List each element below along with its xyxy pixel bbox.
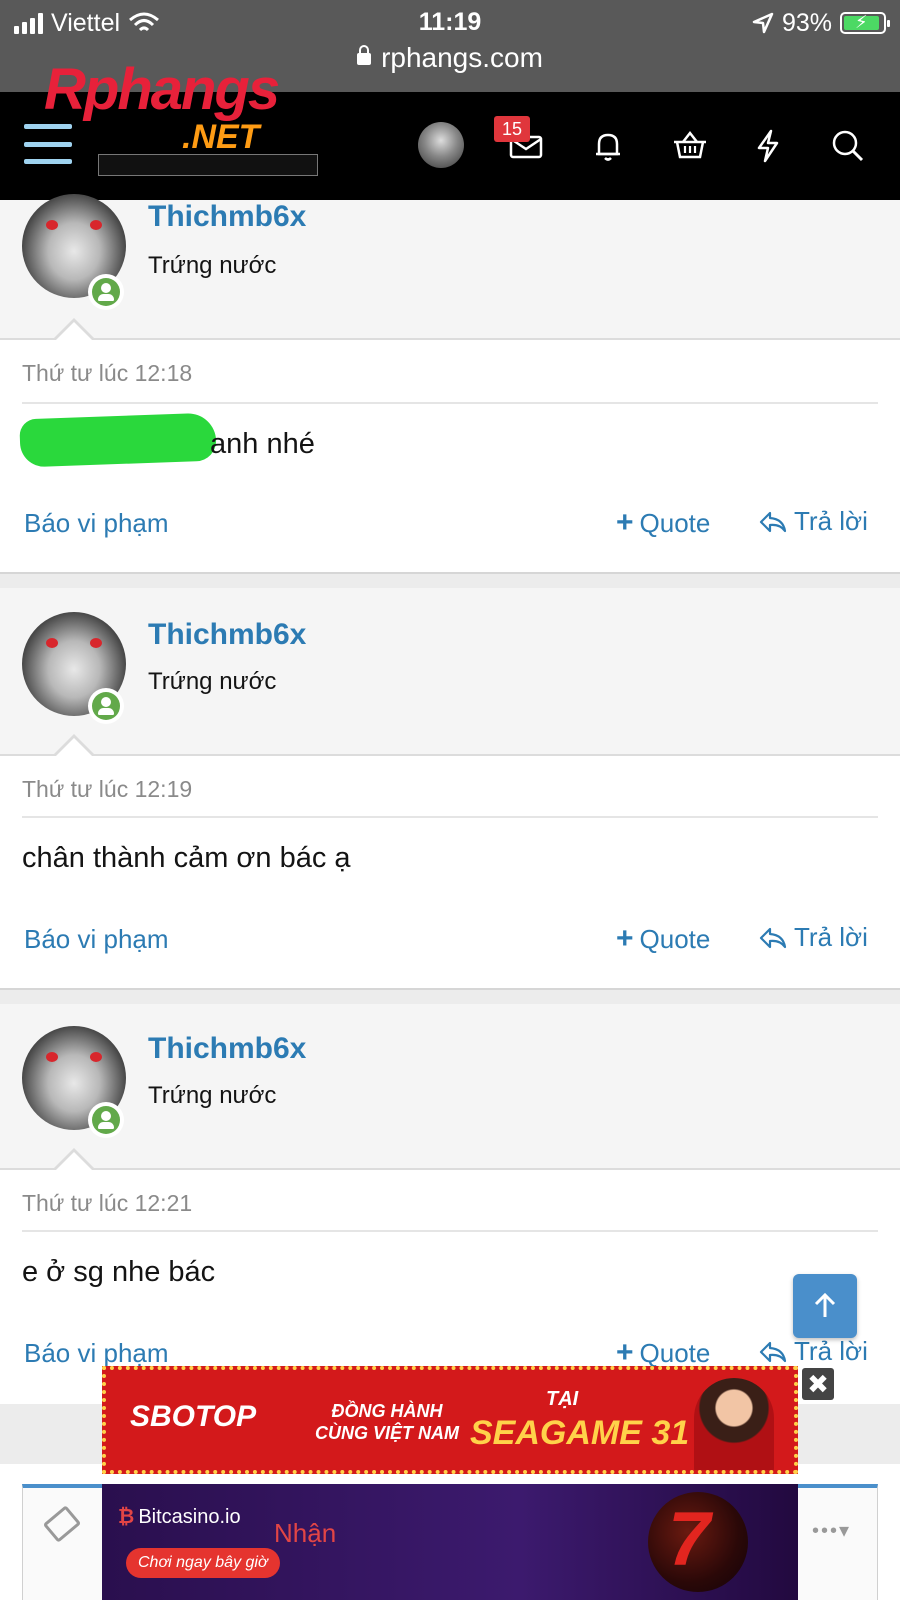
post-user-header: Thichmb6x Trứng nước bbox=[0, 194, 900, 340]
post-divider bbox=[22, 402, 878, 404]
ad-model-image bbox=[694, 1378, 774, 1470]
online-status-icon bbox=[88, 688, 124, 724]
scroll-top-button[interactable] bbox=[793, 1274, 857, 1338]
reply-button[interactable]: Trả lời bbox=[758, 506, 868, 537]
ad2-text: Nhận bbox=[274, 1518, 337, 1548]
reply-icon bbox=[759, 927, 787, 948]
menu-icon[interactable] bbox=[24, 124, 72, 164]
user-title: Trứng nước bbox=[148, 252, 277, 279]
url-text: rphangs.com bbox=[381, 42, 543, 73]
quote-button[interactable]: + Quote bbox=[616, 1336, 710, 1370]
quote-label: Quote bbox=[639, 923, 711, 954]
post-date[interactable]: Thứ tư lúc 12:19 bbox=[22, 776, 192, 803]
quote-button[interactable]: + Quote bbox=[616, 506, 710, 540]
post-body: chân thành cảm ơn bác ạ bbox=[22, 842, 351, 874]
header-caret-fill bbox=[54, 738, 94, 758]
ad-tagline-line2: CÙNG VIỆT NAM bbox=[315, 1423, 459, 1443]
username[interactable]: Thichmb6x bbox=[148, 1032, 306, 1066]
report-label: Báo vi phạm bbox=[24, 1338, 169, 1368]
report-link[interactable]: Báo vi phạm bbox=[24, 924, 169, 955]
post-body: anh nhé bbox=[210, 428, 315, 460]
online-status-icon bbox=[88, 274, 124, 310]
username[interactable]: Thichmb6x bbox=[148, 618, 306, 652]
report-link[interactable]: Báo vi phạm bbox=[24, 1338, 169, 1369]
plus-icon: + bbox=[616, 922, 634, 955]
arrow-up-icon bbox=[814, 1292, 836, 1317]
bolt-icon[interactable] bbox=[748, 126, 788, 166]
user-title: Trứng nước bbox=[148, 668, 277, 695]
online-status-icon bbox=[88, 1102, 124, 1138]
ad-brand: SBOTOP bbox=[130, 1400, 257, 1433]
logo-sub-text: .NET bbox=[182, 118, 260, 156]
reply-label: Trả lời bbox=[794, 922, 868, 952]
ad-tai: TẠI bbox=[546, 1388, 579, 1410]
battery-percent: 93% bbox=[781, 8, 832, 37]
ad-close-button[interactable]: ✖ bbox=[802, 1368, 834, 1400]
ad2-cta-button[interactable]: Chơi ngay bây giờ bbox=[126, 1548, 280, 1578]
report-link[interactable]: Báo vi phạm bbox=[24, 508, 169, 539]
quote-button[interactable]: + Quote bbox=[616, 922, 710, 956]
reply-icon bbox=[759, 511, 787, 532]
reply-button[interactable]: Trả lời bbox=[758, 922, 868, 953]
ad2-brand-text: Bitcasino.io bbox=[138, 1506, 241, 1528]
post-separator bbox=[0, 572, 900, 588]
reply-label: Trả lời bbox=[794, 506, 868, 536]
location-arrow-icon bbox=[752, 12, 774, 34]
ad2-brand: ₿ Bitcasino.io bbox=[118, 1506, 241, 1528]
battery-icon: ⚡ bbox=[840, 12, 890, 34]
plus-icon: + bbox=[616, 1336, 634, 1369]
quote-label: Quote bbox=[639, 1337, 711, 1368]
lock-icon bbox=[357, 45, 372, 65]
ad-tagline: ĐỒNG HÀNH CÙNG VIỆT NAM bbox=[302, 1400, 472, 1444]
post-divider bbox=[22, 816, 878, 818]
post-separator bbox=[0, 988, 900, 1004]
post-date[interactable]: Thứ tư lúc 12:18 bbox=[22, 360, 192, 387]
post-body: e ở sg nhe bác bbox=[22, 1256, 216, 1288]
site-header: Rphangs .NET 15 bbox=[0, 57, 900, 200]
post-divider bbox=[22, 1230, 878, 1232]
header-caret-fill bbox=[54, 322, 94, 342]
ad-tagline-line1: ĐỒNG HÀNH bbox=[331, 1401, 443, 1421]
reply-icon bbox=[759, 1341, 787, 1362]
reply-label: Trả lời bbox=[794, 1336, 868, 1366]
ad-event: SEAGAME 31 bbox=[470, 1414, 690, 1452]
ad2-seven-glyph: 7 bbox=[668, 1497, 711, 1582]
plus-icon: + bbox=[616, 506, 634, 539]
redaction-mark bbox=[19, 412, 217, 468]
inbox-badge: 15 bbox=[494, 116, 530, 142]
status-right: 93% ⚡ bbox=[752, 8, 890, 38]
site-logo[interactable]: Rphangs .NET bbox=[44, 56, 318, 186]
logo-underline-box bbox=[98, 154, 318, 176]
reply-button[interactable]: Trả lời bbox=[758, 1336, 868, 1367]
account-avatar[interactable] bbox=[418, 122, 464, 168]
bell-icon[interactable] bbox=[588, 126, 628, 166]
post-date[interactable]: Thứ tư lúc 12:21 bbox=[22, 1190, 192, 1217]
header-caret-fill bbox=[54, 1152, 94, 1172]
logo-main-text: Rphangs bbox=[44, 57, 280, 122]
username[interactable]: Thichmb6x bbox=[148, 200, 306, 234]
quote-label: Quote bbox=[639, 507, 711, 538]
eraser-icon[interactable] bbox=[42, 1505, 82, 1543]
post-user-header: Thichmb6x Trứng nước bbox=[0, 1004, 900, 1170]
basket-icon[interactable] bbox=[670, 126, 710, 166]
report-label: Báo vi phạm bbox=[24, 924, 169, 954]
search-icon[interactable] bbox=[828, 126, 868, 166]
report-label: Báo vi phạm bbox=[24, 508, 169, 538]
post-user-header: Thichmb6x Trứng nước bbox=[0, 588, 900, 756]
bitcasino-ad-banner[interactable]: ₿ Bitcasino.io Nhận Chơi ngay bây giờ 7 bbox=[102, 1484, 798, 1600]
sbotop-ad-banner[interactable]: SBOTOP ĐỒNG HÀNH CÙNG VIỆT NAM TẠI SEAGA… bbox=[102, 1366, 798, 1474]
user-title: Trứng nước bbox=[148, 1082, 277, 1109]
more-options-icon[interactable]: •••▾ bbox=[812, 1518, 851, 1543]
